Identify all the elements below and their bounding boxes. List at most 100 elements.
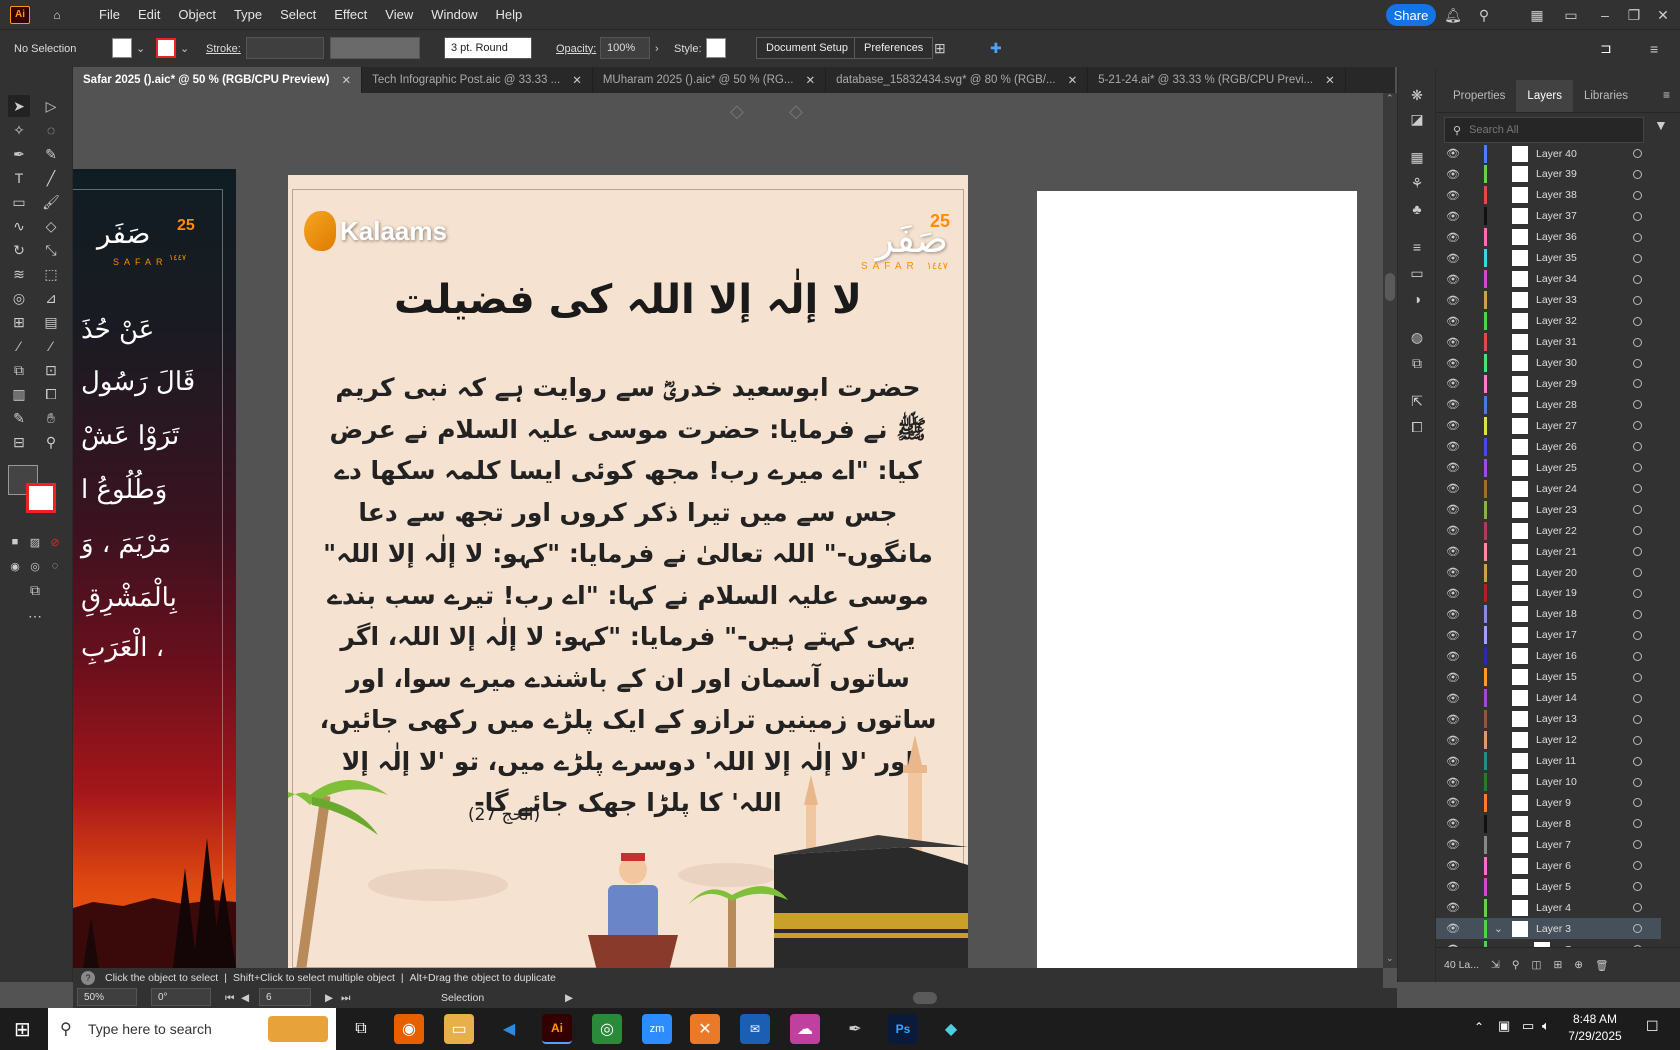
menu-file[interactable]: File <box>90 7 129 22</box>
layer-row[interactable]: 👁︎ Layer 34 <box>1436 269 1661 290</box>
layer-row[interactable]: 👁︎ Layer 4 <box>1436 897 1661 918</box>
rotate-tool-icon[interactable]: ↻ <box>8 239 30 261</box>
search-icon[interactable]: ⚲ <box>1474 5 1494 25</box>
layer-row[interactable]: 👁︎ Layer 30 <box>1436 353 1661 374</box>
layer-row[interactable]: 👁︎ Layer 21 <box>1436 541 1661 562</box>
taskbar-search-input[interactable]: ⚲ Type here to search <box>48 1008 336 1050</box>
target-circle-icon[interactable] <box>1633 526 1642 536</box>
target-circle-icon[interactable] <box>1633 547 1642 557</box>
target-circle-icon[interactable] <box>1633 903 1642 913</box>
graphic-style-swatch[interactable] <box>706 38 726 58</box>
battery-icon[interactable]: ▭ <box>1522 1018 1534 1034</box>
layer-row[interactable]: 👁︎ Layer 15 <box>1436 667 1661 688</box>
visibility-eye-icon[interactable]: 👁︎ <box>1446 755 1460 768</box>
target-circle-icon[interactable] <box>1633 819 1642 829</box>
tab-libraries[interactable]: Libraries <box>1573 90 1639 112</box>
xampp-icon[interactable]: ✕ <box>690 1014 720 1044</box>
layer-row[interactable]: 👁︎ Layer 11 <box>1436 751 1661 772</box>
target-circle-icon[interactable] <box>1633 609 1642 619</box>
artboard-nav-right-icon[interactable]: ◇ <box>789 101 803 122</box>
layer-row[interactable]: 👁︎ Layer 20 <box>1436 562 1661 583</box>
brush-definition[interactable]: 3 pt. Round <box>444 37 532 59</box>
tab-muharam-2025[interactable]: MUharam 2025 ().aic* @ 50 % (RG... ✕ <box>593 67 827 93</box>
symbol-sprayer-tool-icon[interactable]: ⊡ <box>40 359 62 381</box>
visibility-eye-icon[interactable]: 👁︎ <box>1446 336 1460 349</box>
chevron-right-icon[interactable]: › <box>655 43 659 55</box>
tab-layers[interactable]: Layers <box>1516 80 1573 112</box>
target-circle-icon[interactable] <box>1633 672 1642 682</box>
next-artboard-icon[interactable]: ▶ <box>325 992 333 1004</box>
visibility-eye-icon[interactable]: 👁︎ <box>1446 587 1460 600</box>
visibility-eye-icon[interactable]: 👁︎ <box>1446 231 1460 244</box>
target-circle-icon[interactable] <box>1633 505 1642 515</box>
horizontal-scroll-thumb[interactable] <box>913 992 937 1004</box>
visibility-eye-icon[interactable]: 👁︎ <box>1446 880 1460 893</box>
filter-icon[interactable]: ▼ <box>1654 117 1668 133</box>
visibility-eye-icon[interactable]: 👁︎ <box>1446 817 1460 830</box>
align-icon[interactable]: ⊞ <box>934 40 946 57</box>
chevron-down-icon[interactable]: ⌄ <box>136 42 145 55</box>
target-circle-icon[interactable] <box>1633 756 1642 766</box>
none-mode-icon[interactable]: ⊘ <box>44 531 66 553</box>
visibility-eye-icon[interactable]: 👁︎ <box>1446 629 1460 642</box>
preferences-button[interactable]: Preferences <box>854 37 934 59</box>
arrange-icon[interactable]: ▭ <box>1561 5 1581 25</box>
gradient-mode-icon[interactable]: ▨ <box>24 531 46 553</box>
layer-row[interactable]: 👁︎ Layer 37 <box>1436 206 1661 227</box>
visibility-eye-icon[interactable]: 👁︎ <box>1446 440 1460 453</box>
appearance-icon[interactable]: ❋ <box>1407 85 1427 105</box>
rotation-select[interactable]: 0° <box>151 988 211 1006</box>
graphic-styles-icon[interactable]: ◪ <box>1407 109 1427 129</box>
warp-tool-icon[interactable]: ≋ <box>8 263 30 285</box>
menu-help[interactable]: Help <box>486 7 531 22</box>
volume-icon[interactable]: 🔈︎ <box>1542 1018 1550 1034</box>
color-icon[interactable]: ◍ <box>1407 327 1427 347</box>
target-circle-icon[interactable] <box>1633 169 1642 179</box>
scroll-thumb[interactable] <box>1385 273 1395 301</box>
target-circle-icon[interactable] <box>1633 190 1642 200</box>
target-circle-icon[interactable] <box>1633 630 1642 640</box>
menu-effect[interactable]: Effect <box>325 7 376 22</box>
stroke-color-icon[interactable] <box>26 483 56 513</box>
visibility-eye-icon[interactable]: 👁︎ <box>1446 545 1460 558</box>
target-circle-icon[interactable] <box>1633 588 1642 598</box>
visibility-eye-icon[interactable]: 👁︎ <box>1446 524 1460 537</box>
chrome-icon[interactable]: ◎ <box>592 1014 622 1044</box>
tray-chevron-icon[interactable]: ⌃ <box>1474 1020 1484 1034</box>
print-tiling-tool-icon[interactable]: ⊟ <box>8 431 30 453</box>
target-circle-icon[interactable] <box>1633 358 1642 368</box>
task-view-icon[interactable]: ⧉ <box>346 1014 376 1044</box>
target-circle-icon[interactable] <box>1633 421 1642 431</box>
rectangle-tool-icon[interactable]: ▭ <box>8 191 30 213</box>
tab-properties[interactable]: Properties <box>1442 90 1516 112</box>
visibility-eye-icon[interactable]: 👁︎ <box>1446 419 1460 432</box>
zoom-select[interactable]: 50% <box>77 988 137 1006</box>
layer-row[interactable]: 👁︎ Layer 35 <box>1436 248 1661 269</box>
artboard-nav-left-icon[interactable]: ◇ <box>730 101 744 122</box>
chevron-down-icon[interactable]: ⌄ <box>180 42 189 55</box>
canvas-area[interactable]: ◇ ◇ صَفَر 25 SAFAR ١٤٤٧ عَنْ حُذَ قَالَ … <box>73 93 1383 968</box>
visibility-eye-icon[interactable]: 👁︎ <box>1446 189 1460 202</box>
pen-app-icon[interactable]: ✒ <box>840 1014 870 1044</box>
home-icon[interactable]: ⌂ <box>46 5 68 25</box>
variable-width-profile[interactable] <box>330 37 420 59</box>
scroll-up-icon[interactable]: ⌃ <box>1386 93 1394 104</box>
eraser-tool-icon[interactable]: ◇ <box>40 215 62 237</box>
curvature-tool-icon[interactable]: ✎ <box>40 143 62 165</box>
outlook-icon[interactable]: ✉ <box>740 1014 770 1044</box>
artboard-left[interactable]: صَفَر 25 SAFAR ١٤٤٧ عَنْ حُذَ قَالَ رَسُ… <box>73 169 236 968</box>
layer-row[interactable]: 👁︎ Layer 25 <box>1436 457 1661 478</box>
target-circle-icon[interactable] <box>1633 924 1642 934</box>
layer-row[interactable]: 👁︎ Layer 33 <box>1436 290 1661 311</box>
target-circle-icon[interactable] <box>1633 861 1642 871</box>
clipping-mask-icon[interactable]: ◫ <box>1532 959 1542 971</box>
tab-tech-infographic[interactable]: Tech Infographic Post.aic @ 33.33 ... ✕ <box>362 67 593 93</box>
layers-search-input[interactable]: ⚲ Search All <box>1444 117 1644 143</box>
tab-safar-2025[interactable]: Safar 2025 ().aic* @ 50 % (RGB/CPU Previ… <box>73 67 363 93</box>
visibility-eye-icon[interactable]: 👁︎ <box>1446 796 1460 809</box>
close-icon[interactable]: ✕ <box>1068 73 1078 87</box>
target-circle-icon[interactable] <box>1633 882 1642 892</box>
panel-menu-icon[interactable]: ≡ <box>1663 88 1670 112</box>
target-circle-icon[interactable] <box>1633 714 1642 724</box>
target-circle-icon[interactable] <box>1633 463 1642 473</box>
